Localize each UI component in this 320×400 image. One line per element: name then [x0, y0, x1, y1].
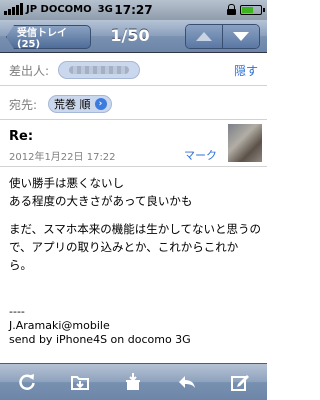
up-arrow-icon	[196, 32, 212, 41]
message-position-title: 1/50	[110, 26, 150, 45]
sender-avatar	[228, 124, 262, 162]
lock-icon	[227, 4, 236, 15]
from-label: 差出人:	[9, 64, 50, 78]
reply-button[interactable]	[172, 367, 202, 397]
next-message-button[interactable]	[222, 25, 259, 48]
reply-icon	[178, 376, 195, 388]
mark-link[interactable]: マーク	[184, 147, 217, 163]
to-row: 宛先: 荒巻 順 ›	[0, 87, 267, 120]
body-paragraph-2: まだ、スマホ本来の機能は生かしてないと思うので、アプリの取り込みとか、これからこ…	[9, 222, 261, 272]
previous-message-button[interactable]	[186, 25, 222, 48]
down-arrow-icon	[233, 32, 249, 41]
trash-icon	[126, 373, 141, 390]
redacted-sender-name	[69, 66, 129, 74]
move-to-folder-button[interactable]	[65, 367, 95, 397]
bottom-toolbar	[0, 363, 267, 400]
hide-details-link[interactable]: 隠す	[234, 62, 258, 79]
compose-icon	[231, 375, 250, 391]
delete-button[interactable]	[118, 367, 148, 397]
sender-address-pill[interactable]	[58, 61, 140, 79]
chevron-right-icon: ›	[94, 98, 107, 110]
refresh-button[interactable]	[12, 367, 42, 397]
back-to-inbox-button[interactable]: 受信トレイ (25)	[6, 25, 91, 49]
folder-move-icon	[71, 376, 90, 390]
status-right	[227, 4, 265, 15]
message-signature: ---- J.Aramaki@mobile send by iPhone4S o…	[9, 305, 191, 346]
message-navigation-control	[185, 24, 260, 49]
navigation-bar: 受信トレイ (25) 1/50	[0, 20, 267, 53]
message-subject: Re:	[9, 129, 34, 144]
body-paragraph-1: 使い勝手は悪くないし ある程度の大きさがあって良いかも	[9, 176, 193, 208]
compose-button[interactable]	[225, 367, 255, 397]
message-body: 使い勝手は悪くないし ある程度の大きさがあって良いかも まだ、スマホ本来の機能は…	[9, 174, 261, 284]
recipient-name: 荒巻 順	[54, 98, 91, 111]
refresh-icon	[19, 374, 35, 390]
from-row: 差出人: 隠す	[0, 54, 267, 86]
to-label: 宛先:	[9, 98, 38, 112]
battery-icon	[240, 4, 265, 15]
subject-row: Re: 2012年1月22日 17:22 マーク	[0, 121, 267, 167]
recipient-pill[interactable]: 荒巻 順 ›	[48, 95, 112, 113]
status-bar: JP DOCOMO 3G 17:27	[0, 0, 267, 20]
message-date: 2012年1月22日 17:22	[9, 152, 116, 163]
